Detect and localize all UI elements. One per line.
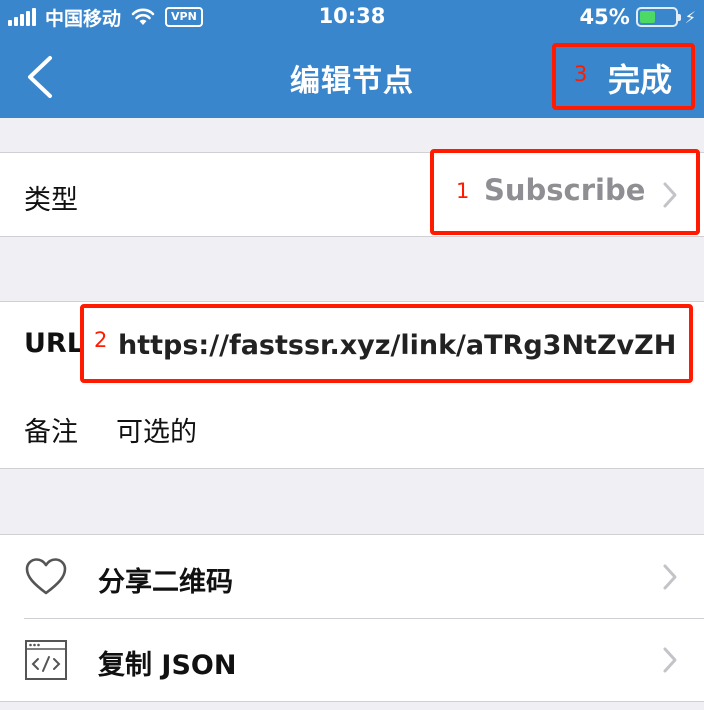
battery-icon: [635, 7, 681, 27]
url-label: URL: [24, 328, 84, 359]
battery-fill: [639, 11, 656, 23]
type-section: 类型 1 Subscribe: [0, 149, 704, 237]
done-button-label: 完成: [608, 61, 673, 99]
heart-icon: [25, 558, 67, 595]
chevron-right-icon: [663, 564, 677, 590]
share-qr-label: 分享二维码: [98, 567, 233, 598]
chevron-right-icon: [663, 647, 677, 673]
type-selector[interactable]: 1 Subscribe: [430, 149, 700, 235]
url-value: https://fastssr.xyz/link/aTRg3NtZvZH...: [118, 330, 678, 361]
type-label: 类型: [24, 185, 78, 216]
battery-percent: 45%: [579, 5, 630, 29]
url-row: URL 2 https://fastssr.xyz/link/aTRg3NtZv…: [0, 302, 704, 385]
annotation-number-2: 2: [94, 328, 108, 352]
chevron-right-icon: [663, 182, 677, 208]
copy-json-row[interactable]: 复制 JSON: [0, 618, 704, 701]
actions-section: 分享二维码 复制 JSON: [0, 534, 704, 702]
type-row[interactable]: 类型 1 Subscribe: [0, 149, 704, 236]
code-window-icon: [25, 640, 67, 680]
type-value: Subscribe: [484, 173, 646, 207]
url-field[interactable]: 2 https://fastssr.xyz/link/aTRg3NtZvZH..…: [80, 304, 693, 383]
url-section: URL 2 https://fastssr.xyz/link/aTRg3NtZv…: [0, 301, 704, 469]
done-button[interactable]: 3 完成: [552, 43, 695, 110]
charging-bolt-icon: ⚡: [684, 7, 696, 27]
annotation-number-1: 1: [456, 179, 470, 203]
share-qr-row[interactable]: 分享二维码: [0, 535, 704, 618]
note-label: 备注: [24, 417, 78, 448]
navigation-bar: 编辑节点 3 完成: [0, 34, 704, 118]
note-row: 备注 可选的: [0, 385, 704, 468]
status-right: 45% ⚡: [580, 5, 697, 29]
status-bar: 中国移动 VPN 10:38 45% ⚡: [0, 0, 704, 34]
note-field[interactable]: 可选的: [116, 410, 197, 449]
annotation-number-3: 3: [574, 62, 588, 86]
copy-json-label: 复制 JSON: [98, 650, 237, 681]
